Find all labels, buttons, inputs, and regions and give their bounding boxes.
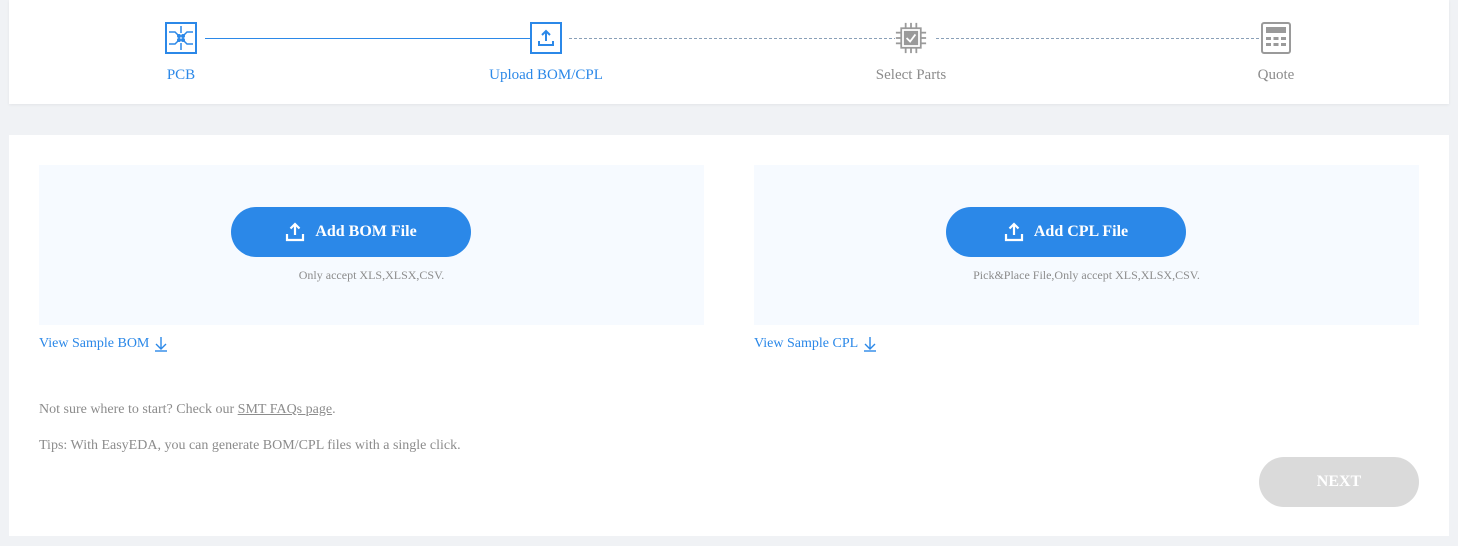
step-upload-bom-cpl[interactable]: Upload BOM/CPL bbox=[466, 22, 626, 84]
upload-panel: Add BOM File Only accept XLS,XLSX,CSV. A… bbox=[9, 135, 1449, 536]
step-label: PCB bbox=[166, 67, 196, 83]
step-label: Quote bbox=[1257, 67, 1295, 83]
progress-steps: PCB Upload BOM/CPL Select Parts Quote bbox=[9, 0, 1449, 104]
add-bom-file-label: Add BOM File bbox=[315, 223, 417, 240]
next-button[interactable]: NEXT bbox=[1259, 457, 1419, 507]
download-arrow-icon bbox=[155, 337, 168, 352]
view-sample-bom-label: View Sample BOM bbox=[39, 336, 150, 351]
faq-note: Not sure where to start? Check our SMT F… bbox=[39, 402, 336, 418]
smt-faqs-link[interactable]: SMT FAQs page bbox=[238, 402, 332, 417]
download-arrow-icon bbox=[864, 337, 877, 352]
step-label: Select Parts bbox=[875, 67, 947, 83]
pcb-icon bbox=[165, 22, 197, 54]
view-sample-bom-link[interactable]: View Sample BOM bbox=[39, 336, 168, 352]
step-quote[interactable]: Quote bbox=[1196, 22, 1356, 84]
chip-icon bbox=[895, 22, 927, 54]
add-bom-file-button[interactable]: Add BOM File bbox=[231, 207, 471, 257]
faq-prefix: Not sure where to start? Check our bbox=[39, 402, 238, 417]
calculator-icon bbox=[1260, 22, 1292, 54]
step-pcb[interactable]: PCB bbox=[101, 22, 261, 84]
upload-icon bbox=[530, 22, 562, 54]
bom-accepted-formats: Only accept XLS,XLSX,CSV. bbox=[298, 268, 445, 282]
cpl-drop-zone[interactable]: Add CPL File Pick&Place File,Only accept… bbox=[754, 165, 1419, 325]
upload-icon bbox=[1004, 222, 1023, 242]
upload-icon bbox=[286, 222, 305, 242]
step-label: Upload BOM/CPL bbox=[489, 67, 603, 83]
step-select-parts[interactable]: Select Parts bbox=[831, 22, 991, 84]
easyeda-tip: Tips: With EasyEDA, you can generate BOM… bbox=[39, 438, 461, 453]
bom-drop-zone[interactable]: Add BOM File Only accept XLS,XLSX,CSV. bbox=[39, 165, 704, 325]
view-sample-cpl-link[interactable]: View Sample CPL bbox=[754, 336, 877, 352]
add-cpl-file-label: Add CPL File bbox=[1033, 223, 1129, 240]
view-sample-cpl-label: View Sample CPL bbox=[754, 336, 859, 351]
cpl-accepted-formats: Pick&Place File,Only accept XLS,XLSX,CSV… bbox=[973, 268, 1200, 282]
add-cpl-file-button[interactable]: Add CPL File bbox=[946, 207, 1186, 257]
faq-suffix: . bbox=[332, 402, 336, 417]
